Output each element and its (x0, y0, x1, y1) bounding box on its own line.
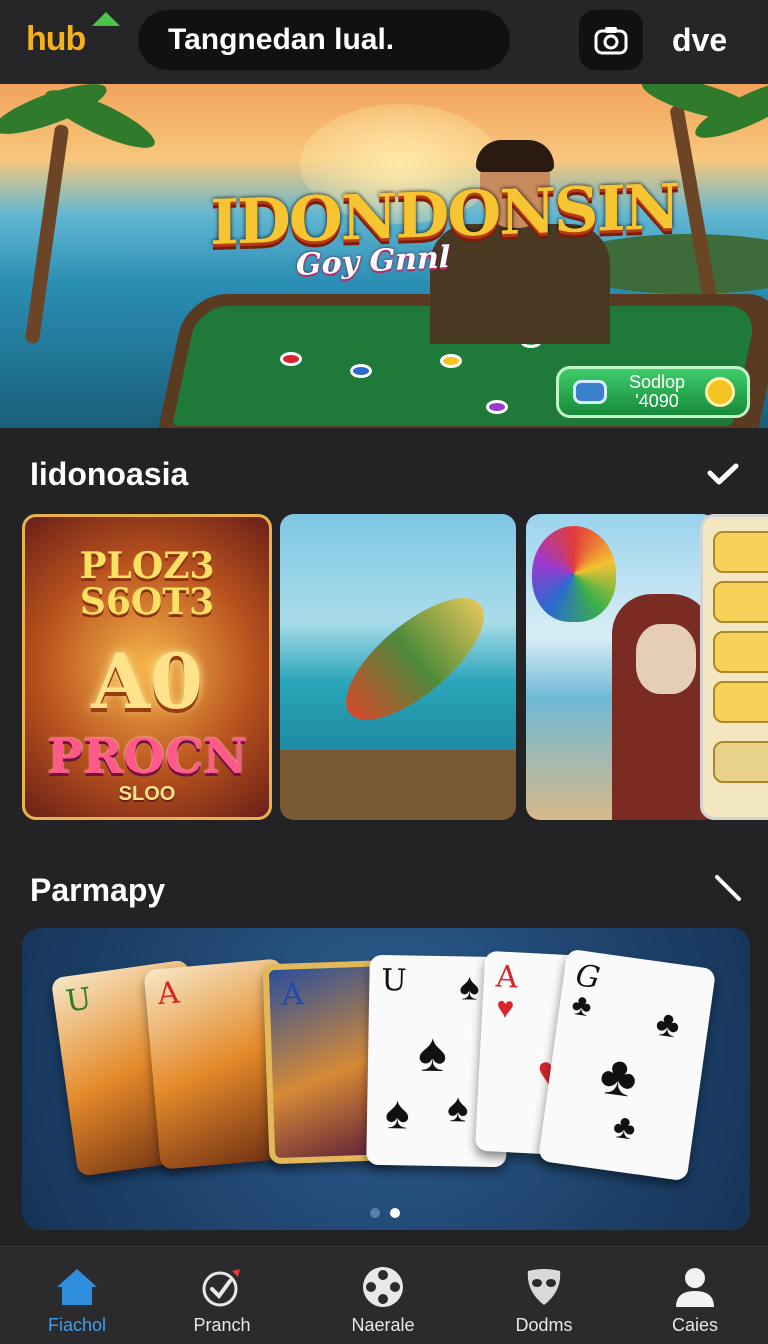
nav-label: Dodms (515, 1315, 573, 1335)
search-text: Tangnedan lual. (168, 23, 395, 56)
chip (350, 364, 372, 378)
spade-icon: ♠ (417, 1022, 448, 1084)
club-icon: ♣ (610, 1106, 639, 1148)
card-row (713, 741, 768, 783)
badge-line1: Sodlop (629, 372, 686, 392)
user-label[interactable]: dve (672, 22, 727, 59)
section-title: Iidonoasia (30, 456, 189, 492)
spade-icon: ♠ (446, 1086, 469, 1131)
nav-label: Pranch (193, 1315, 251, 1335)
camera-button[interactable] (579, 10, 643, 70)
card-rank: A (156, 975, 181, 1013)
card-row (713, 581, 768, 623)
balloon-illustration (532, 526, 616, 622)
game-card-slots[interactable]: PLOZ3 S6OT3 A0 PROCN SLOO (22, 514, 272, 820)
pagination-dot-active[interactable] (390, 1208, 400, 1218)
card-rank: A (495, 959, 519, 996)
top-bar: hub Tangnedan lual. dve (0, 0, 768, 84)
badge-line2: '4090 (635, 391, 679, 411)
bottom-navigation: Fiachol Pranch Naerale Dodms Caies (0, 1246, 768, 1344)
badge-text: Sodlop '4090 (629, 373, 685, 411)
nav-label: Fiachol (47, 1315, 107, 1335)
palm-tree (24, 124, 70, 344)
card-ground (280, 750, 516, 820)
nav-item-home[interactable]: Fiachol (12, 1247, 142, 1344)
film-reel-icon (361, 1265, 405, 1309)
mask-icon (522, 1265, 566, 1309)
nav-item-pranch[interactable]: Pranch (157, 1247, 287, 1344)
card-rank: A (281, 977, 304, 1013)
check-icon[interactable] (706, 460, 740, 490)
promo-line5: SLOO (118, 783, 176, 805)
nav-item-caies[interactable]: Caies (630, 1247, 760, 1344)
target-check-icon (200, 1265, 244, 1309)
badge-icon (573, 380, 607, 404)
chip (280, 352, 302, 366)
game-card-partial[interactable] (700, 514, 768, 820)
card-rank: U (381, 963, 407, 999)
club-icon: ♣ (569, 987, 594, 1024)
heart-icon: ♥ (495, 991, 515, 1026)
game-card-fish[interactable] (280, 514, 516, 820)
search-bar[interactable]: Tangnedan lual. (138, 10, 510, 70)
logo-roof-icon (92, 12, 120, 26)
app-root: hub Tangnedan lual. dve IDONDONSIN Goy G… (0, 0, 768, 1344)
pirate-face (636, 624, 696, 694)
chip (486, 400, 508, 414)
section-title: Parmapy (30, 872, 166, 908)
card-row (713, 631, 768, 673)
slash-icon[interactable] (712, 872, 744, 904)
cards-banner[interactable]: U A A U ♠ ♠ ♠ ♠ A ♥ ♥ G ♣ ♣ ♣ ♣ (22, 928, 750, 1230)
home-icon (55, 1265, 99, 1309)
logo-text: hub (26, 20, 86, 58)
club-icon: ♣ (653, 1001, 683, 1046)
club-icon: ♣ (596, 1041, 642, 1110)
nav-item-naerale[interactable]: Naerale (318, 1247, 448, 1344)
promo-line2: S6OT3 (79, 581, 215, 623)
coin-icon (705, 377, 735, 407)
fish-illustration (327, 577, 503, 741)
playing-card: G ♣ ♣ ♣ ♣ (537, 948, 717, 1182)
camera-icon (594, 27, 628, 55)
spade-icon: ♠ (384, 1086, 410, 1139)
character-hair (476, 140, 554, 172)
nav-item-dodms[interactable]: Dodms (479, 1247, 609, 1344)
card-rank: U (63, 981, 94, 1020)
promo-line3: A0 (91, 637, 203, 726)
game-card-pirate[interactable] (526, 514, 716, 820)
spade-icon: ♠ (458, 966, 480, 1009)
nav-label: Caies (671, 1315, 719, 1335)
promo-line4: PROCN (47, 729, 247, 785)
logo[interactable]: hub (26, 12, 120, 59)
carousel-pagination (370, 1208, 400, 1218)
card-row (713, 681, 768, 723)
chip (440, 354, 462, 368)
pagination-dot[interactable] (370, 1208, 380, 1218)
card-row (713, 531, 768, 573)
user-icon (673, 1265, 717, 1309)
nav-label: Naerale (351, 1315, 415, 1335)
hero-badge-button[interactable]: Sodlop '4090 (556, 366, 750, 418)
